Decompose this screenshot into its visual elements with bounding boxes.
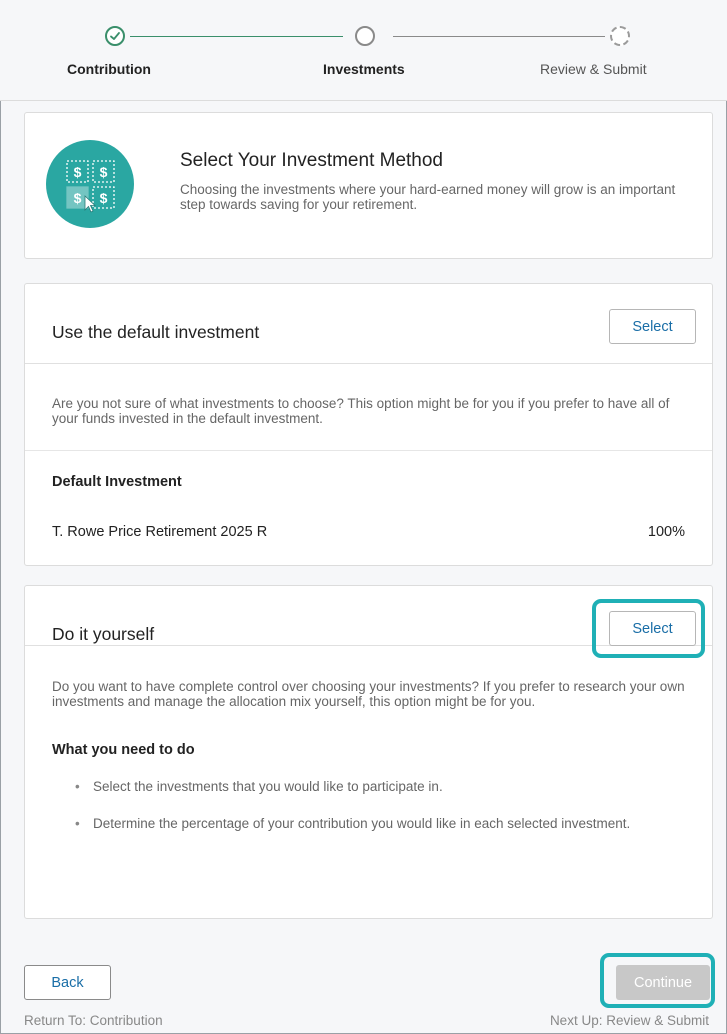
back-button[interactable]: Back [24,965,111,1000]
default-description: Are you not sure of what investments to … [52,396,670,426]
intro-description: Choosing the investments where your hard… [180,182,676,212]
divider [25,450,712,451]
check-circle-icon [105,26,125,46]
select-highlight-outline [592,599,705,658]
current-step-icon [355,26,375,46]
stepper-line-upcoming [393,36,605,37]
list-item: • Select the investments that you would l… [75,779,675,794]
select-default-button[interactable]: Select [609,309,696,344]
bullet-icon: • [75,779,80,794]
diy-card-title: Do it yourself [52,624,155,644]
continue-button[interactable]: Continue [616,965,710,1000]
return-to-text: Return To: Contribution [24,1013,163,1028]
page-title: Select Your Investment Method [180,150,443,171]
progress-stepper: Contribution Investments Review & Submit [0,0,727,101]
list-item: • Determine the percentage of your contri… [75,816,675,831]
stepper-line-complete [130,36,343,37]
step-label-contribution: Contribution [67,61,151,77]
investment-dollar-grid-icon: $ $ $ $ [46,140,134,228]
svg-text:$: $ [74,164,82,180]
list-item-text: Determine the percentage of your contrib… [93,816,631,831]
diy-steps-heading: What you need to do [52,742,195,758]
intro-card: $ $ $ $ Select Your Investment Method Ch… [24,112,713,259]
bullet-icon: • [75,816,80,831]
default-card-title: Use the default investment [52,322,260,342]
default-card-header: Use the default investment Select [25,284,712,364]
svg-text:$: $ [100,190,108,206]
svg-text:$: $ [100,164,108,180]
step-label-review: Review & Submit [540,61,647,77]
fund-percent: 100% [647,524,685,540]
upcoming-step-icon [610,26,630,46]
diy-description: Do you want to have complete control ove… [52,679,685,709]
default-investment-heading: Default Investment [52,474,182,490]
diy-steps-list: • Select the investments that you would l… [75,779,675,853]
list-item-text: Select the investments that you would li… [93,779,443,794]
next-up-text: Next Up: Review & Submit [549,1013,709,1028]
step-label-investments: Investments [323,61,405,77]
default-investment-card: Use the default investment Select Are yo… [24,283,713,566]
svg-text:$: $ [74,190,82,206]
fund-name: T. Rowe Price Retirement 2025 R [52,524,268,540]
